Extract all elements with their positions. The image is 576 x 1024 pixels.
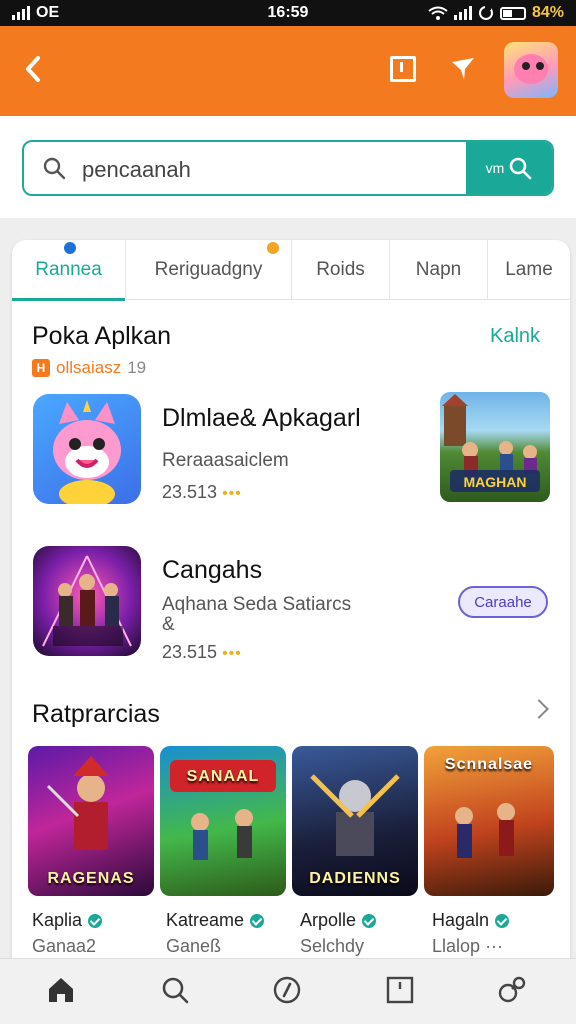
tile-caption: SANAAL — [186, 768, 260, 785]
carrier-label: OE — [36, 4, 60, 21]
verified-icon — [88, 913, 103, 928]
bookmark-icon[interactable] — [390, 56, 416, 82]
tile-caption: RAGENAS — [47, 870, 135, 887]
tile-title[interactable]: Kaplia — [32, 910, 103, 931]
game-tile[interactable]: DADIENNS — [292, 746, 418, 896]
sync-icon — [478, 6, 493, 20]
app-meta: 23.515 ••• — [162, 642, 242, 663]
app-description: Aqhana Seda Satiarcs — [162, 594, 352, 615]
wifi-icon — [428, 6, 448, 20]
tile-title[interactable]: Katreame — [166, 910, 265, 931]
section-subtitle: H ollsaiasz 19 — [32, 358, 146, 378]
app-meta: 23.513 ••• — [162, 482, 242, 503]
tab-label: Reriguadgny — [154, 259, 263, 280]
tab-label: Lame — [505, 259, 553, 280]
app-name[interactable]: Cangahs — [162, 556, 262, 585]
tab-napn[interactable]: Napn — [390, 240, 488, 300]
bottom-nav — [0, 958, 576, 1024]
subtitle-count: 19 — [127, 358, 147, 377]
search-band: pencaanah vm — [0, 116, 576, 218]
search-button[interactable]: vm — [466, 142, 552, 194]
tab-label: Napn — [415, 259, 462, 280]
content-card: Rannea Reriguadgny Roids Napn Lame Poka … — [12, 240, 570, 980]
tile-subtitle-text: Llalop — [432, 936, 481, 956]
status-left: OE — [12, 4, 59, 22]
search-input[interactable]: pencaanah — [82, 157, 191, 183]
status-right: 84% — [428, 4, 564, 22]
app-thumbnail[interactable]: MAGHAN — [440, 392, 550, 502]
tile-title-text: Kaplia — [32, 910, 83, 930]
tab-badge-dot — [64, 242, 76, 254]
app-description: Reraaasaiclem — [162, 450, 289, 471]
chevron-right-icon[interactable] — [529, 699, 549, 719]
section-link[interactable]: Kalnk — [490, 325, 540, 348]
tab-bar: Rannea Reriguadgny Roids Napn Lame — [12, 240, 570, 301]
game-tile[interactable]: Scnnalsae — [424, 746, 554, 896]
battery-percent: 84% — [531, 4, 564, 21]
filter-icon[interactable] — [450, 56, 476, 82]
compass-icon[interactable] — [272, 975, 302, 1005]
search-field[interactable]: pencaanah vm — [22, 140, 554, 196]
tile-caption: Scnnalsae — [444, 756, 534, 773]
tab-roids[interactable]: Roids — [292, 240, 390, 300]
search-button-label: vm — [485, 160, 505, 176]
section-title: Ratprarcias — [32, 700, 160, 728]
tile-caption: DADIENNS — [309, 870, 401, 887]
verified-icon — [495, 913, 510, 928]
tile-subtitle: Selchdy — [300, 936, 365, 956]
app-description-line2: & — [162, 614, 175, 635]
search-icon[interactable] — [160, 975, 190, 1005]
app-icon-creature[interactable] — [33, 394, 141, 504]
cell-signal-icon — [453, 6, 472, 20]
tab-label: Roids — [316, 259, 365, 280]
tab-rannea[interactable]: Rannea — [12, 240, 126, 301]
profile-avatar[interactable] — [504, 42, 558, 98]
tab-label: Rannea — [35, 259, 102, 280]
category-badge-icon: H — [32, 359, 50, 377]
game-tile[interactable]: RAGENAS — [28, 746, 154, 896]
rating-dots-icon: ••• — [222, 645, 242, 662]
app-rating-count: 23.515 — [162, 642, 218, 662]
more-dots-icon: ··· — [485, 936, 504, 956]
status-bar: OE 16:59 84% — [0, 0, 576, 26]
app-icon-fighters[interactable] — [33, 546, 141, 656]
battery-icon — [499, 6, 526, 20]
app-name[interactable]: Dlmlae& Apkagarl — [162, 404, 361, 433]
tile-title-text: Katreame — [166, 910, 245, 930]
app-rating-count: 23.513 — [162, 482, 218, 502]
tile-title[interactable]: Hagaln — [432, 910, 510, 931]
chevron-left-icon[interactable] — [22, 54, 44, 84]
subtitle-text: ollsaiasz — [56, 358, 122, 377]
signal-icon — [12, 6, 30, 20]
tile-subtitle: Ganaa2 — [32, 936, 97, 956]
tab-badge-dot — [267, 242, 279, 254]
tile-title[interactable]: Arpolle — [300, 910, 377, 931]
settings-icon[interactable] — [497, 975, 527, 1005]
tile-title-text: Hagaln — [432, 910, 490, 930]
tile-title-text: Arpolle — [300, 910, 357, 930]
tab-lame[interactable]: Lame — [488, 240, 570, 300]
svg-text:MAGHAN: MAGHAN — [464, 474, 527, 490]
verified-icon — [362, 913, 377, 928]
verified-icon — [250, 913, 265, 928]
game-tile[interactable]: SANAAL — [160, 746, 286, 896]
tab-reriguadgny[interactable]: Reriguadgny — [126, 240, 292, 300]
search-button-icon — [510, 157, 532, 180]
section-title: Poka Aplkan — [32, 322, 171, 350]
install-button[interactable]: Caraahe — [458, 586, 548, 618]
app-bar — [0, 26, 576, 116]
rating-dots-icon: ••• — [222, 485, 242, 502]
library-icon[interactable] — [385, 975, 415, 1005]
home-icon[interactable] — [46, 975, 76, 1005]
tile-subtitle: Ganeß — [166, 936, 222, 956]
tile-subtitle: Llalop ··· — [432, 936, 503, 957]
search-icon — [43, 157, 66, 180]
